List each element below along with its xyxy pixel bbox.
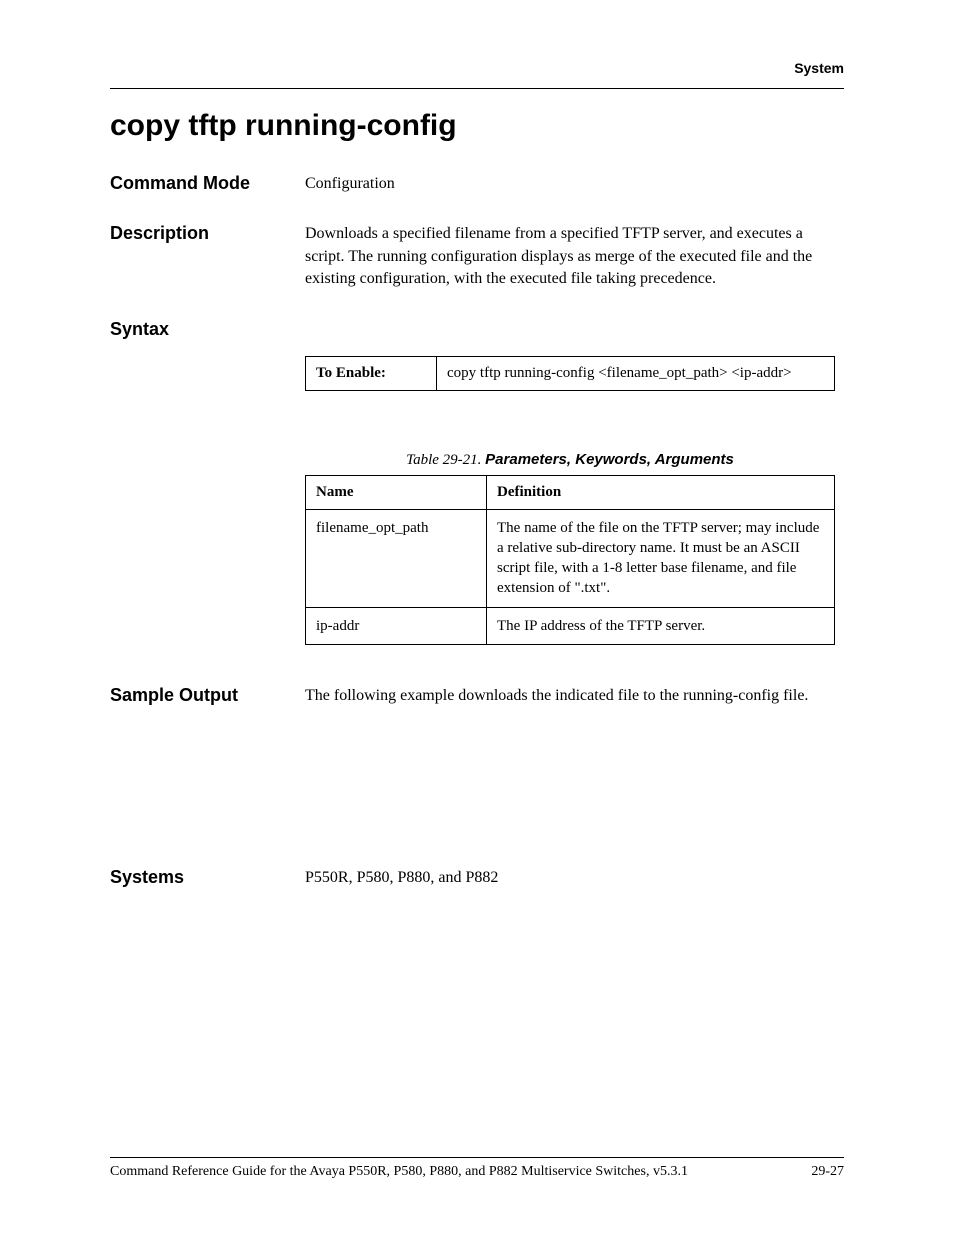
param-definition: The name of the file on the TFTP server;… (487, 509, 835, 607)
params-table: Name Definition filename_opt_path The na… (305, 475, 835, 645)
command-mode-value: Configuration (305, 173, 844, 195)
footer-page: 29-27 (811, 1164, 844, 1180)
syntax-table: To Enable: copy tftp running-config <fil… (305, 356, 835, 391)
header-rule (110, 88, 844, 89)
description-label: Description (110, 223, 305, 244)
systems-row: Systems P550R, P580, P880, and P882 (110, 867, 844, 889)
table-row: filename_opt_path The name of the file o… (306, 509, 835, 607)
description-value: Downloads a specified filename from a sp… (305, 223, 844, 290)
description-row: Description Downloads a specified filena… (110, 223, 844, 290)
params-header-name: Name (306, 475, 487, 509)
syntax-row: Syntax (110, 319, 844, 340)
params-caption-title: Parameters, Keywords, Arguments (485, 451, 734, 468)
syntax-enable-label: To Enable: (306, 356, 437, 390)
param-definition: The IP address of the TFTP server. (487, 607, 835, 644)
footer: Command Reference Guide for the Avaya P5… (110, 1157, 844, 1180)
params-header-row: Name Definition (306, 475, 835, 509)
systems-value: P550R, P580, P880, and P882 (305, 867, 844, 889)
sample-output-row: Sample Output The following example down… (110, 685, 844, 707)
params-caption: Table 29-21. Parameters, Keywords, Argum… (305, 451, 835, 469)
header-section: System (110, 60, 844, 76)
table-row: ip-addr The IP address of the TFTP serve… (306, 607, 835, 644)
sample-output-value: The following example downloads the indi… (305, 685, 844, 707)
syntax-label: Syntax (110, 319, 305, 340)
command-mode-row: Command Mode Configuration (110, 173, 844, 195)
params-caption-prefix: Table 29-21. (406, 452, 485, 468)
params-header-definition: Definition (487, 475, 835, 509)
footer-rule (110, 1157, 844, 1158)
syntax-enable-value: copy tftp running-config <filename_opt_p… (437, 356, 835, 390)
page-title: copy tftp running-config (110, 109, 844, 143)
command-mode-label: Command Mode (110, 173, 305, 194)
page: System copy tftp running-config Command … (0, 0, 954, 1235)
param-name: filename_opt_path (306, 509, 487, 607)
footer-text: Command Reference Guide for the Avaya P5… (110, 1164, 688, 1180)
sample-output-label: Sample Output (110, 685, 305, 706)
systems-label: Systems (110, 867, 305, 888)
syntax-enable-row: To Enable: copy tftp running-config <fil… (306, 356, 835, 390)
param-name: ip-addr (306, 607, 487, 644)
footer-line: Command Reference Guide for the Avaya P5… (110, 1164, 844, 1180)
